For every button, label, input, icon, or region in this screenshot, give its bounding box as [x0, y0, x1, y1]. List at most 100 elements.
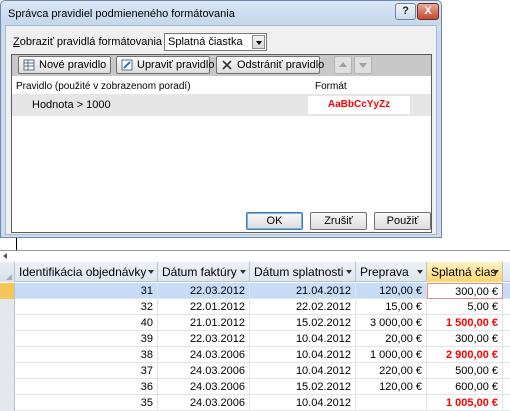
cell-shipping[interactable]: 120,00 € [356, 379, 427, 395]
column-header-amount-due[interactable]: Splatná čias [427, 262, 503, 282]
cell-shipping[interactable] [356, 395, 427, 411]
rule-condition: Hodnota > 1000 [32, 99, 111, 111]
delete-rule-button[interactable]: Odstrániť pravidlo [216, 56, 324, 74]
cell-amount[interactable]: 600,00 € [427, 379, 503, 395]
cell-shipping[interactable]: 3 000,00 € [356, 315, 427, 331]
cell-shipping[interactable]: 15,00 € [356, 299, 427, 315]
cell-shipping[interactable]: 20,00 € [356, 331, 427, 347]
sort-icon[interactable] [493, 270, 499, 274]
cancel-button[interactable]: Zrušiť [310, 212, 367, 230]
table-row[interactable]: 36 24.03.2006 15.02.2012 120,00 €600,00 € [0, 379, 510, 395]
table-row[interactable]: 37 24.03.2006 10.04.2012 220,00 €500,00 € [0, 363, 510, 379]
table-row[interactable]: 38 24.03.2006 10.04.2012 1 000,00 €2 900,00… [0, 347, 510, 363]
rules-frame: Nové pravidlo Upraviť pravidlo Odstrániť… [11, 54, 432, 233]
cell-id[interactable]: 38 [15, 347, 158, 363]
cell-id[interactable]: 31 [15, 283, 158, 299]
rules-toolbar: Nové pravidlo Upraviť pravidlo Odstrániť… [12, 55, 431, 76]
edit-rule-icon [121, 59, 133, 71]
cell-due-date[interactable]: 22.02.2012 [250, 299, 356, 315]
scroll-left-icon[interactable] [3, 253, 7, 259]
delete-rule-icon [222, 60, 232, 70]
table-row[interactable]: 32 22.01.2012 22.02.2012 15,00 €5,00 € [0, 299, 510, 315]
column-header-due-date[interactable]: Dátum splatnosti [250, 262, 356, 282]
cell-invoice-date[interactable]: 24.03.2006 [158, 379, 250, 395]
cell-amount[interactable]: 1 005,00 € [427, 395, 503, 411]
help-button[interactable]: ? [395, 3, 416, 20]
edit-rule-button[interactable]: Upraviť pravidlo [116, 56, 215, 74]
sort-icon[interactable] [148, 270, 154, 274]
cell-due-date[interactable]: 10.04.2012 [250, 395, 356, 411]
cell-amount[interactable]: 300,00 € [427, 331, 503, 347]
sort-icon[interactable] [346, 270, 352, 274]
sort-icon[interactable] [417, 270, 423, 274]
cell-amount[interactable]: 1 500,00 € [427, 315, 503, 331]
rule-row[interactable]: Hodnota > 1000 AaBbCcYyZz [12, 94, 431, 116]
select-all-button[interactable] [0, 262, 15, 282]
apply-button[interactable]: Použiť [374, 212, 431, 230]
datasheet: Identifikácia objednávky Dátum faktúry D… [0, 262, 510, 411]
show-rules-for-select[interactable]: Splatná čiastka [164, 33, 267, 51]
cell-due-date[interactable]: 10.04.2012 [250, 363, 356, 379]
table-row[interactable]: 35 24.03.2006 10.04.2012 1 005,00 € [0, 395, 510, 411]
close-button[interactable]: X [417, 3, 439, 20]
column-header-shipping[interactable]: Preprava [356, 262, 427, 282]
cell-invoice-date[interactable]: 24.03.2006 [158, 363, 250, 379]
cell-invoice-date[interactable]: 22.03.2012 [158, 331, 250, 347]
cell-invoice-date[interactable]: 24.03.2006 [158, 395, 250, 411]
cell-amount[interactable]: 300,00 € [427, 283, 503, 299]
cell-due-date[interactable]: 15.02.2012 [250, 379, 356, 395]
cell-due-date[interactable]: 10.04.2012 [250, 347, 356, 363]
dialog-title: Správca pravidiel podmieneného formátova… [8, 8, 235, 20]
row-selector[interactable] [0, 299, 15, 315]
cell-shipping[interactable]: 220,00 € [356, 363, 427, 379]
cell-id[interactable]: 37 [15, 363, 158, 379]
cell-amount[interactable]: 5,00 € [427, 299, 503, 315]
cell-due-date[interactable]: 15.02.2012 [250, 315, 356, 331]
table-row[interactable]: 40 21.01.2012 15.02.2012 3 000,00 €1 500,00… [0, 315, 510, 331]
ok-button[interactable]: OK [246, 212, 303, 230]
cell-id[interactable]: 36 [15, 379, 158, 395]
cell-due-date[interactable]: 10.04.2012 [250, 331, 356, 347]
table-row[interactable]: 31 22.03.2012 21.04.2012 120,00 €300,00 € [0, 283, 510, 299]
chevron-down-icon[interactable] [252, 35, 265, 49]
cell-id[interactable]: 40 [15, 315, 158, 331]
sort-icon[interactable] [240, 270, 246, 274]
column-header-label: Preprava [360, 265, 409, 279]
cell-amount[interactable]: 2 900,00 € [427, 347, 503, 363]
divider [0, 250, 510, 251]
cell-invoice-date[interactable]: 21.01.2012 [158, 315, 250, 331]
cell-invoice-date[interactable]: 22.03.2012 [158, 283, 250, 299]
column-header-label: Dátum splatnosti [254, 265, 344, 279]
row-selector[interactable] [0, 379, 15, 395]
row-selector[interactable] [0, 315, 15, 331]
column-header-label: Identifikácia objednávky [19, 265, 147, 279]
cell-id[interactable]: 35 [15, 395, 158, 411]
new-rule-label: Nové pravidlo [39, 59, 107, 71]
cell-amount[interactable]: 500,00 € [427, 363, 503, 379]
dialog-titlebar[interactable]: Správca pravidiel podmieneného formátova… [1, 1, 441, 25]
row-selector[interactable] [0, 283, 15, 299]
column-header-order-id[interactable]: Identifikácia objednávky [15, 262, 158, 282]
move-down-button[interactable] [354, 56, 372, 74]
move-up-button[interactable] [334, 56, 352, 74]
row-selector[interactable] [0, 347, 15, 363]
new-rule-icon [23, 59, 35, 71]
cell-shipping[interactable]: 1 000,00 € [356, 347, 427, 363]
callout-line [16, 238, 17, 250]
cell-shipping[interactable]: 120,00 € [356, 283, 427, 299]
cell-id[interactable]: 39 [15, 331, 158, 347]
column-header-invoice-date[interactable]: Dátum faktúry [158, 262, 250, 282]
row-selector[interactable] [0, 331, 15, 347]
table-row[interactable]: 39 22.03.2012 10.04.2012 20,00 €300,00 € [0, 331, 510, 347]
row-selector[interactable] [0, 363, 15, 379]
cell-due-date[interactable]: 21.04.2012 [250, 283, 356, 299]
cell-invoice-date[interactable]: 24.03.2006 [158, 347, 250, 363]
cell-invoice-date[interactable]: 22.01.2012 [158, 299, 250, 315]
format-column-header: Formát [315, 81, 347, 92]
header-row: Identifikácia objednávky Dátum faktúry D… [0, 262, 510, 282]
column-header-label: Dátum faktúry [162, 265, 237, 279]
cell-id[interactable]: 32 [15, 299, 158, 315]
new-rule-button[interactable]: Nové pravidlo [18, 56, 111, 74]
row-selector[interactable] [0, 395, 15, 411]
rule-format-preview: AaBbCcYyZz [308, 96, 410, 114]
